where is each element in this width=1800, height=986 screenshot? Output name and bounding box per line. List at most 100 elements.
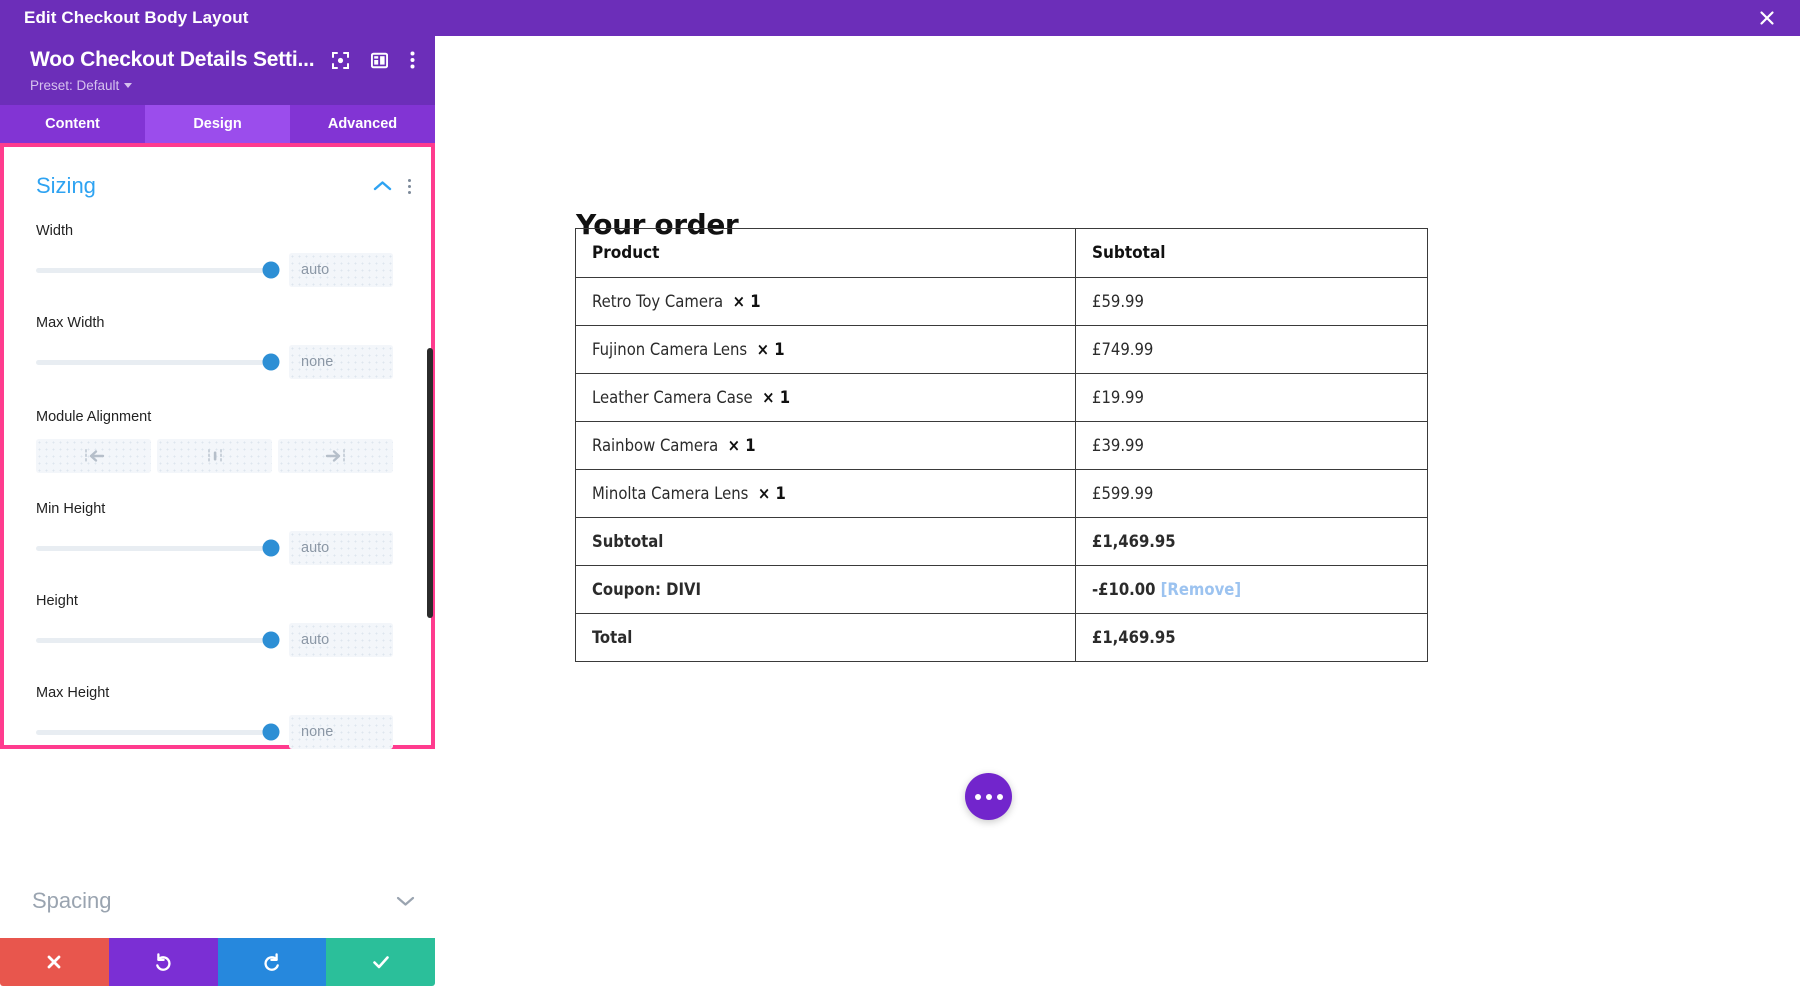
chevron-down-icon[interactable] [396,895,415,907]
table-header-row: Product Subtotal [575,228,1428,278]
spacing-section-title: Spacing [32,888,112,913]
field-label-module-alignment: Module Alignment [36,409,152,425]
height-input[interactable]: auto [289,623,393,657]
total-value: £1,469.95 [1075,613,1428,662]
slider-knob[interactable] [262,539,280,557]
subtotal-value: £1,469.95 [1075,517,1428,566]
tab-content[interactable]: Content [0,105,145,143]
product-name: Leather Camera Case [592,388,753,407]
table-row-coupon: Coupon: DIVI -£10.00 [Remove] [575,565,1428,614]
cell-product: Retro Toy Camera × 1 [575,277,1076,326]
slider-track [36,267,271,273]
subtotal-label: Subtotal [575,517,1076,566]
slider-track [36,545,271,551]
coupon-label: Coupon: DIVI [575,565,1076,614]
min-height-slider[interactable] [36,539,280,557]
table-row: Leather Camera Case × 1 £19.99 [575,373,1428,422]
tab-design[interactable]: Design [145,105,290,143]
field-height: Height auto [4,593,431,657]
max-width-slider[interactable] [36,353,280,371]
settings-panel: Woo Checkout Details Setti... Preset: De… [0,36,435,986]
module-title: Woo Checkout Details Setti... [30,48,315,71]
divi-builder-modal: Edit Checkout Body Layout Woo Checkout D… [0,0,1800,986]
slider-knob[interactable] [262,631,280,649]
width-input[interactable]: auto [289,253,393,287]
spacing-section-header[interactable]: Spacing [0,871,435,931]
max-height-slider[interactable] [36,723,280,741]
field-label-min-height: Min Height [36,501,106,517]
panel-scrollbar[interactable] [427,348,433,618]
product-qty: × 1 [762,388,791,407]
table-row-subtotal: Subtotal £1,469.95 [575,517,1428,566]
preset-label: Preset: Default [30,78,120,93]
table-row: Rainbow Camera × 1 £39.99 [575,421,1428,470]
height-slider[interactable] [36,631,280,649]
checkout-preview: Your order Product Subtotal Retro Toy Ca… [435,36,1800,986]
redo-button[interactable] [217,938,327,986]
max-height-input[interactable]: none [289,715,393,749]
cancel-button[interactable] [0,938,109,986]
field-label-width: Width [36,223,74,239]
more-options-icon[interactable] [965,773,1012,820]
cell-product: Leather Camera Case × 1 [575,373,1076,422]
panel-tabs: Content Design Advanced [0,105,435,143]
slider-track [36,359,271,365]
panel-options-vertical-dots-icon[interactable] [410,51,415,69]
cell-product: Rainbow Camera × 1 [575,421,1076,470]
layout-panel-icon[interactable] [371,52,389,69]
table-row: Retro Toy Camera × 1 £59.99 [575,277,1428,326]
save-button[interactable] [326,938,435,986]
field-label-max-height: Max Height [36,685,110,701]
align-left-icon[interactable] [36,439,151,473]
width-slider[interactable] [36,261,280,279]
tab-advanced[interactable]: Advanced [290,105,435,143]
product-name: Minolta Camera Lens [592,484,749,503]
product-qty: × 1 [756,340,785,359]
field-max-height: Max Height none [4,685,431,749]
order-review-table: Product Subtotal Retro Toy Camera × 1 £5… [575,228,1428,662]
align-center-icon[interactable] [157,439,272,473]
chevron-up-icon[interactable] [373,180,392,192]
slider-knob[interactable] [262,723,280,741]
focus-target-icon[interactable] [332,51,350,69]
cell-product: Minolta Camera Lens × 1 [575,469,1076,518]
cell-subtotal: £599.99 [1075,469,1428,518]
sizing-section-highlight: Sizing Width auto Max Width none Module … [0,143,435,749]
sizing-section-title: Sizing [36,173,96,198]
field-min-height: Min Height auto [4,501,431,565]
max-width-input[interactable]: none [289,345,393,379]
product-qty: × 1 [732,292,761,311]
chevron-down-icon [124,83,133,88]
close-icon[interactable] [1752,3,1782,33]
product-qty: × 1 [727,436,756,455]
field-module-alignment: Module Alignment [4,409,431,425]
min-height-input[interactable]: auto [289,531,393,565]
cell-product: Fujinon Camera Lens × 1 [575,325,1076,374]
product-name: Fujinon Camera Lens [592,340,748,359]
align-right-icon[interactable] [278,439,393,473]
table-row: Fujinon Camera Lens × 1 £749.99 [575,325,1428,374]
field-max-width: Max Width none [4,315,431,379]
panel-header: Woo Checkout Details Setti... Preset: De… [0,36,435,105]
cell-subtotal: £19.99 [1075,373,1428,422]
cell-subtotal: £39.99 [1075,421,1428,470]
slider-knob[interactable] [262,353,280,371]
undo-button[interactable] [108,938,218,986]
slider-knob[interactable] [262,261,280,279]
preset-selector[interactable]: Preset: Default [30,78,133,93]
sizing-section-header: Sizing [4,147,431,199]
window-title: Edit Checkout Body Layout [24,8,249,27]
panel-body: Sizing Width auto Max Width none Module … [0,143,435,986]
cell-subtotal: £749.99 [1075,325,1428,374]
cell-subtotal: £59.99 [1075,277,1428,326]
product-name: Rainbow Camera [592,436,719,455]
sizing-options-vertical-dots-icon[interactable] [408,178,411,194]
product-qty: × 1 [757,484,786,503]
total-label: Total [575,613,1076,662]
remove-coupon-link[interactable]: [Remove] [1161,580,1242,599]
coupon-value: -£10.00 [Remove] [1075,565,1428,614]
column-header-product: Product [575,228,1076,278]
table-row-total: Total £1,469.95 [575,613,1428,662]
panel-action-bar [0,938,435,986]
field-width: Width auto [4,223,431,287]
